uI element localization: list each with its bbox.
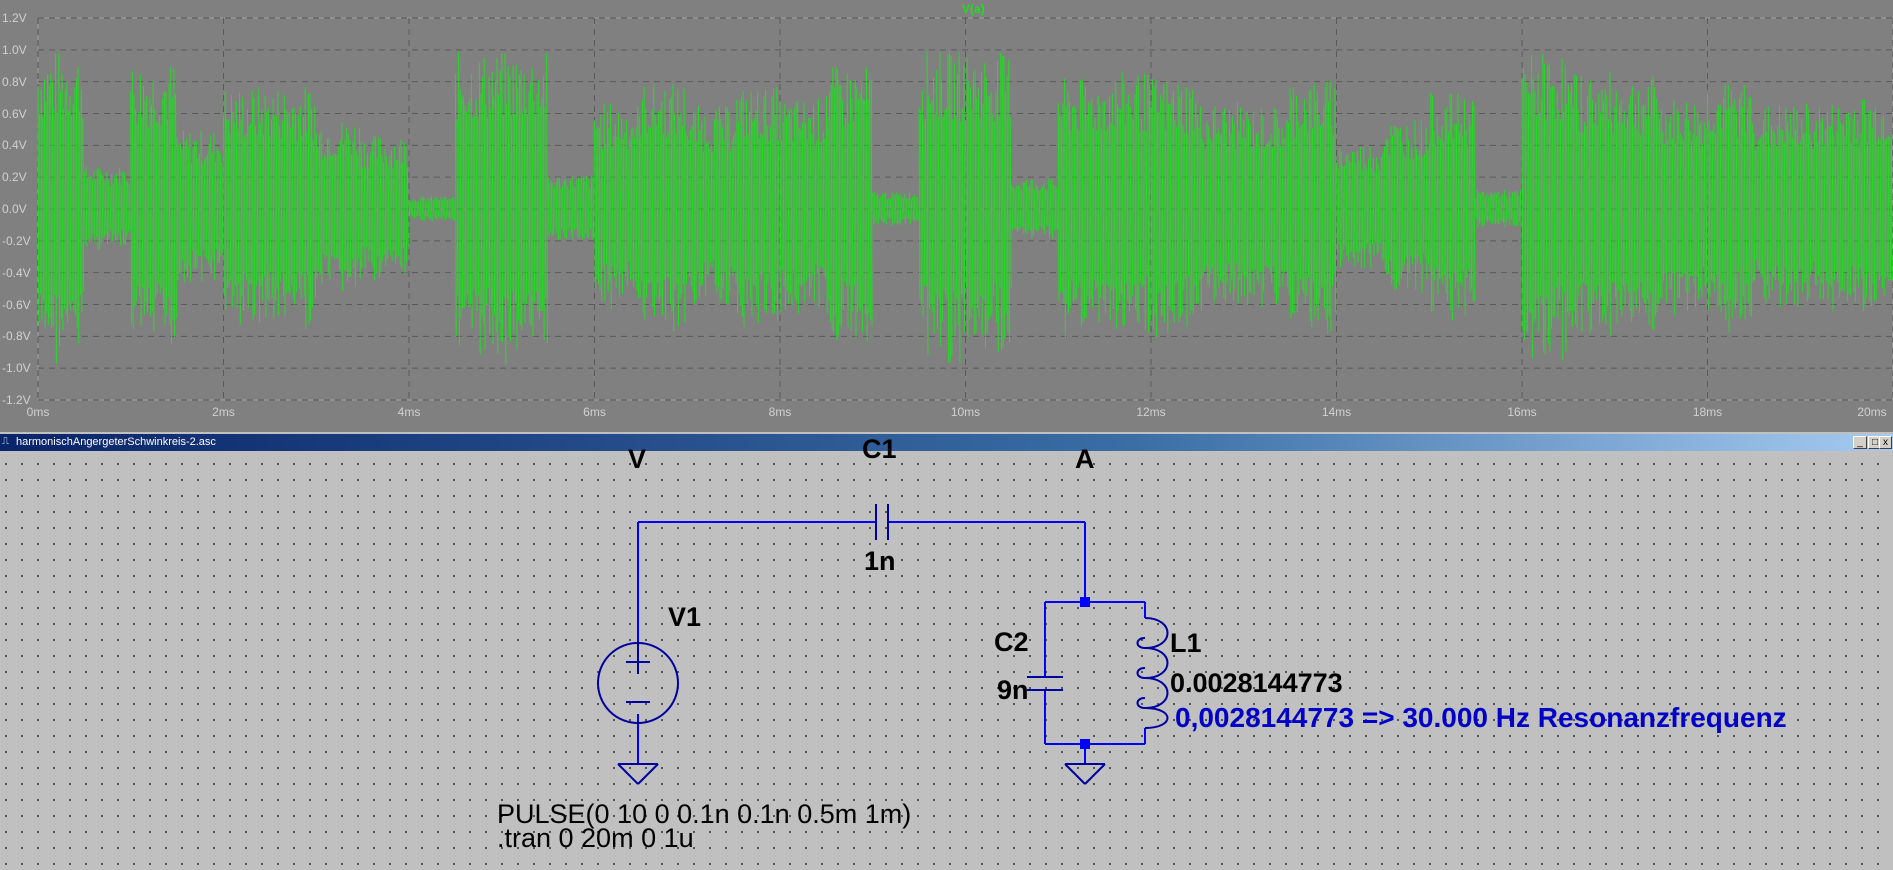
v1-name[interactable]: V1 (668, 602, 701, 633)
y-tick-label: -0.8V (2, 329, 31, 344)
y-tick-label: 1.0V (2, 42, 27, 57)
x-tick-label: 0ms (26, 405, 50, 419)
net-label-v[interactable]: V (628, 444, 646, 475)
minimize-button[interactable]: _ (1853, 436, 1867, 449)
ground-symbol[interactable] (1064, 763, 1106, 785)
trace-label[interactable]: V(a) (962, 2, 985, 16)
waveform-plot[interactable] (0, 0, 1893, 432)
schematic-titlebar[interactable]: ⎍ harmonischAngergeterSchwinkreis-2.asc (0, 434, 1893, 451)
app-icon: ⎍ (2, 436, 9, 447)
close-button[interactable]: x (1879, 436, 1892, 449)
y-tick-label: 0.0V (2, 202, 27, 216)
inductor-l1[interactable] (1136, 617, 1169, 729)
ground-symbol[interactable] (617, 763, 659, 785)
tran-directive[interactable]: .tran 0 20m 0 1u (497, 825, 694, 852)
x-tick-label: 14ms (1321, 405, 1352, 419)
x-tick-label: 10ms (950, 405, 981, 419)
c2-value[interactable]: 9n (997, 675, 1029, 706)
x-tick-label: 16ms (1507, 405, 1537, 419)
x-tick-label: 8ms (768, 405, 792, 419)
y-tick-label: -0.4V (2, 265, 31, 280)
schematic-canvas[interactable]: V A C1 1n V1 C2 9n L1 0.0028144773 0,002… (0, 434, 1893, 870)
x-tick-label: 12ms (1136, 405, 1166, 419)
y-tick-label: 0.4V (2, 138, 27, 153)
x-tick-label: 2ms (212, 405, 235, 419)
l1-name[interactable]: L1 (1170, 628, 1202, 659)
y-tick-label: 1.2V (2, 11, 27, 25)
c1-name[interactable]: C1 (862, 434, 897, 465)
capacitor-c2[interactable] (1027, 676, 1063, 691)
c2-name[interactable]: C2 (994, 627, 1029, 658)
y-tick-label: -0.2V (2, 233, 31, 248)
y-tick-label: 0.2V (2, 170, 27, 185)
schematic-drawing (597, 504, 1169, 785)
x-tick-label: 6ms (583, 405, 606, 419)
x-tick-label: 4ms (397, 405, 421, 419)
junction-dot (1080, 739, 1090, 749)
comment-resonance[interactable]: 0,0028144773 => 30.000 Hz Resonanzfreque… (1175, 702, 1787, 734)
junction-dot (1080, 597, 1090, 607)
net-label-a[interactable]: A (1075, 444, 1095, 475)
x-tick-label: 18ms (1692, 405, 1723, 419)
window-title: harmonischAngergeterSchwinkreis-2.asc (16, 436, 216, 448)
l1-value[interactable]: 0.0028144773 (1170, 668, 1343, 699)
c1-value[interactable]: 1n (864, 546, 896, 577)
y-tick-label: 0.8V (2, 74, 27, 89)
x-tick-label: 20ms (1857, 405, 1887, 419)
voltage-source-v1[interactable] (597, 642, 679, 724)
capacitor-c1[interactable] (875, 504, 889, 540)
y-tick-label: -0.6V (2, 297, 31, 312)
y-tick-label: 0.6V (2, 106, 27, 121)
y-tick-label: -1.0V (2, 361, 31, 376)
waveform-panel[interactable]: V(a) 1.2V 1.0V 0.8V 0.6V 0.4V 0.2V 0.0V -0.2V -0… (0, 0, 1893, 432)
